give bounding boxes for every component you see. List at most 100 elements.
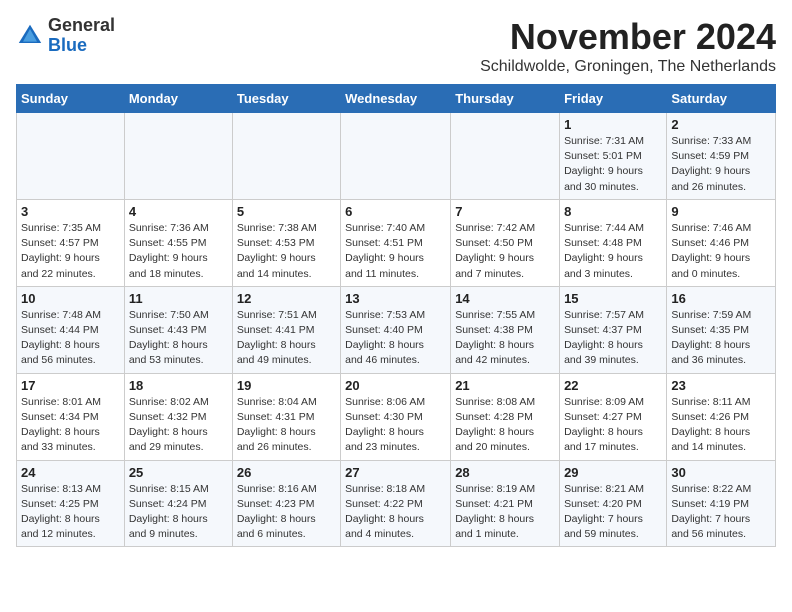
day-number: 5 <box>237 204 336 219</box>
calendar-cell: 7 Sunrise: 7:42 AM Sunset: 4:50 PM Daylig… <box>451 199 560 286</box>
calendar-week-row: 17Sunrise: 8:01 AM Sunset: 4:34 PM Dayli… <box>17 373 776 460</box>
day-detail: Sunrise: 7:42 AM Sunset: 4:50 PM Dayligh… <box>455 221 555 282</box>
month-title: November 2024 <box>480 16 776 58</box>
day-detail: Sunrise: 8:11 AM Sunset: 4:26 PM Dayligh… <box>671 395 771 456</box>
calendar-cell: 17Sunrise: 8:01 AM Sunset: 4:34 PM Dayli… <box>17 373 125 460</box>
day-detail: Sunrise: 7:36 AM Sunset: 4:55 PM Dayligh… <box>129 221 228 282</box>
calendar-cell: 11Sunrise: 7:50 AM Sunset: 4:43 PM Dayli… <box>124 286 232 373</box>
logo: General Blue <box>16 16 115 56</box>
calendar-cell: 8Sunrise: 7:44 AM Sunset: 4:48 PM Daylig… <box>560 199 667 286</box>
weekday-header-tuesday: Tuesday <box>232 85 340 113</box>
day-number: 17 <box>21 378 120 393</box>
logo-icon <box>16 22 44 50</box>
calendar-week-row: 10Sunrise: 7:48 AM Sunset: 4:44 PM Dayli… <box>17 286 776 373</box>
day-detail: Sunrise: 8:19 AM Sunset: 4:21 PM Dayligh… <box>455 482 555 543</box>
calendar-cell: 26 Sunrise: 8:16 AM Sunset: 4:23 PM Dayli… <box>232 460 340 547</box>
day-detail: Sunrise: 8:22 AM Sunset: 4:19 PM Dayligh… <box>671 482 771 543</box>
day-number: 29 <box>564 465 662 480</box>
day-number: 30 <box>671 465 771 480</box>
calendar-cell: 24 Sunrise: 8:13 AM Sunset: 4:25 PM Dayli… <box>17 460 125 547</box>
calendar-week-row: 1 Sunrise: 7:31 AM Sunset: 5:01 PM Daylig… <box>17 113 776 200</box>
calendar-cell <box>341 113 451 200</box>
calendar-table: SundayMondayTuesdayWednesdayThursdayFrid… <box>16 84 776 547</box>
calendar-cell: 9 Sunrise: 7:46 AM Sunset: 4:46 PM Daylig… <box>667 199 776 286</box>
day-detail: Sunrise: 8:18 AM Sunset: 4:22 PM Dayligh… <box>345 482 446 543</box>
day-number: 7 <box>455 204 555 219</box>
day-number: 1 <box>564 117 662 132</box>
weekday-header-thursday: Thursday <box>451 85 560 113</box>
day-detail: Sunrise: 7:57 AM Sunset: 4:37 PM Dayligh… <box>564 308 662 369</box>
day-detail: Sunrise: 8:15 AM Sunset: 4:24 PM Dayligh… <box>129 482 228 543</box>
day-number: 24 <box>21 465 120 480</box>
day-detail: Sunrise: 7:59 AM Sunset: 4:35 PM Dayligh… <box>671 308 771 369</box>
day-number: 16 <box>671 291 771 306</box>
day-number: 10 <box>21 291 120 306</box>
calendar-cell: 13Sunrise: 7:53 AM Sunset: 4:40 PM Dayli… <box>341 286 451 373</box>
calendar-cell <box>17 113 125 200</box>
day-detail: Sunrise: 8:04 AM Sunset: 4:31 PM Dayligh… <box>237 395 336 456</box>
day-number: 28 <box>455 465 555 480</box>
day-detail: Sunrise: 8:21 AM Sunset: 4:20 PM Dayligh… <box>564 482 662 543</box>
weekday-header-friday: Friday <box>560 85 667 113</box>
calendar-cell <box>124 113 232 200</box>
day-number: 9 <box>671 204 771 219</box>
day-detail: Sunrise: 7:35 AM Sunset: 4:57 PM Dayligh… <box>21 221 120 282</box>
calendar-cell: 16 Sunrise: 7:59 AM Sunset: 4:35 PM Dayli… <box>667 286 776 373</box>
day-number: 3 <box>21 204 120 219</box>
calendar-cell: 28 Sunrise: 8:19 AM Sunset: 4:21 PM Dayli… <box>451 460 560 547</box>
day-detail: Sunrise: 7:38 AM Sunset: 4:53 PM Dayligh… <box>237 221 336 282</box>
day-number: 2 <box>671 117 771 132</box>
calendar-header-row: SundayMondayTuesdayWednesdayThursdayFrid… <box>17 85 776 113</box>
day-number: 18 <box>129 378 228 393</box>
calendar-cell: 21 Sunrise: 8:08 AM Sunset: 4:28 PM Dayli… <box>451 373 560 460</box>
logo-general-text: General <box>48 15 115 35</box>
day-number: 15 <box>564 291 662 306</box>
location-subtitle: Schildwolde, Groningen, The Netherlands <box>480 58 776 76</box>
day-detail: Sunrise: 7:33 AM Sunset: 4:59 PM Dayligh… <box>671 134 771 195</box>
logo-blue-text: Blue <box>48 35 87 55</box>
day-detail: Sunrise: 8:16 AM Sunset: 4:23 PM Dayligh… <box>237 482 336 543</box>
day-detail: Sunrise: 8:13 AM Sunset: 4:25 PM Dayligh… <box>21 482 120 543</box>
day-detail: Sunrise: 7:51 AM Sunset: 4:41 PM Dayligh… <box>237 308 336 369</box>
day-number: 14 <box>455 291 555 306</box>
calendar-cell: 4 Sunrise: 7:36 AM Sunset: 4:55 PM Daylig… <box>124 199 232 286</box>
calendar-cell: 5 Sunrise: 7:38 AM Sunset: 4:53 PM Daylig… <box>232 199 340 286</box>
header: General Blue November 2024 Schildwolde, … <box>16 16 776 76</box>
day-detail: Sunrise: 7:50 AM Sunset: 4:43 PM Dayligh… <box>129 308 228 369</box>
calendar-cell: 1 Sunrise: 7:31 AM Sunset: 5:01 PM Daylig… <box>560 113 667 200</box>
calendar-cell: 6 Sunrise: 7:40 AM Sunset: 4:51 PM Daylig… <box>341 199 451 286</box>
weekday-header-monday: Monday <box>124 85 232 113</box>
calendar-cell: 18 Sunrise: 8:02 AM Sunset: 4:32 PM Dayli… <box>124 373 232 460</box>
day-number: 6 <box>345 204 446 219</box>
calendar-cell: 10Sunrise: 7:48 AM Sunset: 4:44 PM Dayli… <box>17 286 125 373</box>
weekday-header-saturday: Saturday <box>667 85 776 113</box>
day-detail: Sunrise: 7:31 AM Sunset: 5:01 PM Dayligh… <box>564 134 662 195</box>
calendar-cell: 27Sunrise: 8:18 AM Sunset: 4:22 PM Dayli… <box>341 460 451 547</box>
calendar-cell: 19Sunrise: 8:04 AM Sunset: 4:31 PM Dayli… <box>232 373 340 460</box>
day-detail: Sunrise: 7:46 AM Sunset: 4:46 PM Dayligh… <box>671 221 771 282</box>
calendar-week-row: 24 Sunrise: 8:13 AM Sunset: 4:25 PM Dayli… <box>17 460 776 547</box>
calendar-cell <box>232 113 340 200</box>
day-detail: Sunrise: 7:40 AM Sunset: 4:51 PM Dayligh… <box>345 221 446 282</box>
weekday-header-wednesday: Wednesday <box>341 85 451 113</box>
calendar-cell: 25Sunrise: 8:15 AM Sunset: 4:24 PM Dayli… <box>124 460 232 547</box>
day-number: 12 <box>237 291 336 306</box>
calendar-cell: 20 Sunrise: 8:06 AM Sunset: 4:30 PM Dayli… <box>341 373 451 460</box>
day-number: 13 <box>345 291 446 306</box>
day-number: 26 <box>237 465 336 480</box>
title-area: November 2024 Schildwolde, Groningen, Th… <box>480 16 776 76</box>
day-detail: Sunrise: 8:02 AM Sunset: 4:32 PM Dayligh… <box>129 395 228 456</box>
calendar-cell <box>451 113 560 200</box>
day-number: 20 <box>345 378 446 393</box>
day-number: 4 <box>129 204 228 219</box>
calendar-cell: 23Sunrise: 8:11 AM Sunset: 4:26 PM Dayli… <box>667 373 776 460</box>
calendar-cell: 2 Sunrise: 7:33 AM Sunset: 4:59 PM Daylig… <box>667 113 776 200</box>
day-number: 21 <box>455 378 555 393</box>
calendar-cell: 12 Sunrise: 7:51 AM Sunset: 4:41 PM Dayli… <box>232 286 340 373</box>
calendar-week-row: 3 Sunrise: 7:35 AM Sunset: 4:57 PM Daylig… <box>17 199 776 286</box>
calendar-cell: 15 Sunrise: 7:57 AM Sunset: 4:37 PM Dayli… <box>560 286 667 373</box>
day-detail: Sunrise: 7:55 AM Sunset: 4:38 PM Dayligh… <box>455 308 555 369</box>
day-detail: Sunrise: 8:06 AM Sunset: 4:30 PM Dayligh… <box>345 395 446 456</box>
day-detail: Sunrise: 8:08 AM Sunset: 4:28 PM Dayligh… <box>455 395 555 456</box>
weekday-header-sunday: Sunday <box>17 85 125 113</box>
